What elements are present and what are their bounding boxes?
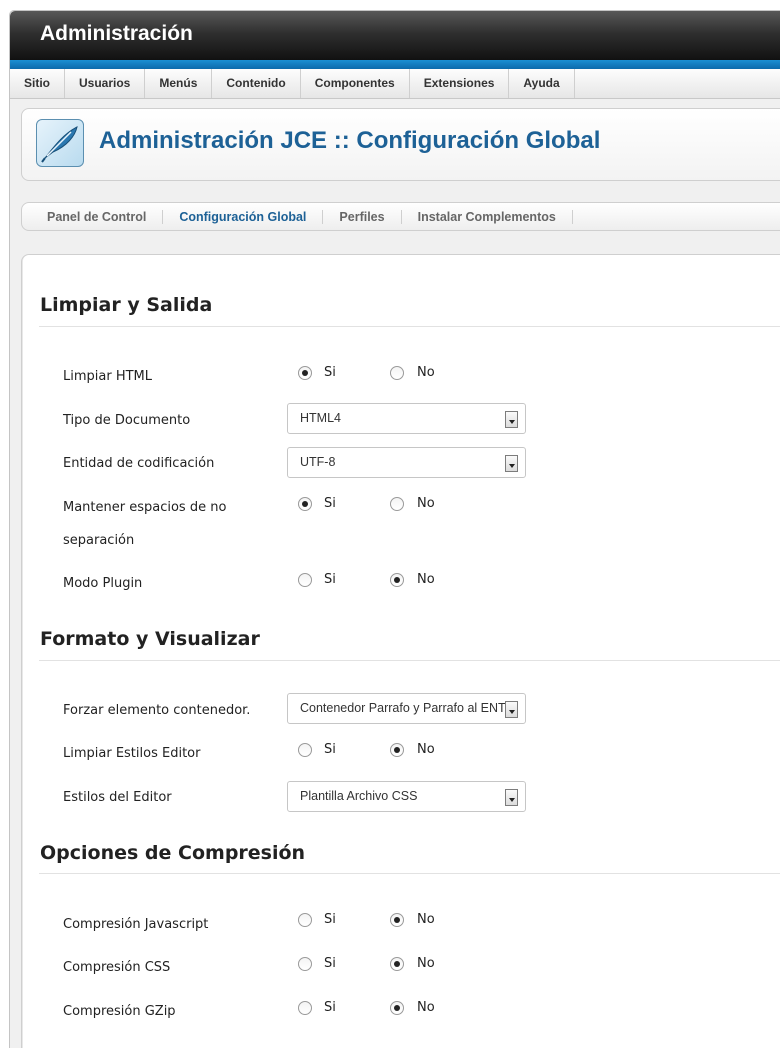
- label-estilos-editor: Estilos del Editor: [63, 790, 172, 805]
- tab-perfiles[interactable]: Perfiles: [323, 209, 402, 224]
- menu-item-contenido[interactable]: Contenido: [212, 69, 301, 98]
- select-tipo-documento[interactable]: HTML4: [287, 403, 526, 434]
- radio-label-si: Si: [324, 572, 336, 587]
- menu-item-menus[interactable]: Menús: [145, 69, 213, 98]
- chevron-down-icon[interactable]: [505, 701, 518, 718]
- select-forzar-contenedor[interactable]: Contenedor Parrafo y Parrafo al ENTER: [287, 693, 526, 724]
- radio-no[interactable]: [390, 913, 404, 927]
- radio-si[interactable]: [298, 957, 312, 971]
- select-value: Contenedor Parrafo y Parrafo al ENTER: [300, 701, 505, 715]
- label-limpiar-estilos: Limpiar Estilos Editor: [63, 746, 201, 761]
- select-value: UTF-8: [300, 455, 336, 469]
- page-title: Administración JCE :: Configuración Glob…: [99, 127, 601, 154]
- radio-no[interactable]: [390, 497, 404, 511]
- radio-label-si: Si: [324, 912, 336, 927]
- main-menu-bar: Sitio Usuarios Menús Contenido Component…: [10, 69, 780, 99]
- radio-si[interactable]: [298, 497, 312, 511]
- radio-label-no: No: [417, 956, 435, 971]
- tab-configuracion-global[interactable]: Configuración Global: [163, 209, 324, 224]
- radio-no[interactable]: [390, 743, 404, 757]
- radio-label-no: No: [417, 365, 435, 380]
- label-compresion-javascript: Compresión Javascript: [63, 917, 209, 932]
- label-tipo-documento: Tipo de Documento: [63, 413, 191, 428]
- menu-item-sitio[interactable]: Sitio: [10, 69, 65, 98]
- label-compresion-css: Compresión CSS: [63, 960, 171, 975]
- menu-item-ayuda[interactable]: Ayuda: [509, 69, 575, 98]
- radio-si[interactable]: [298, 1001, 312, 1015]
- radio-label-no: No: [417, 572, 435, 587]
- chevron-down-icon[interactable]: [505, 455, 518, 472]
- radio-label-si: Si: [324, 496, 336, 511]
- radio-label-si: Si: [324, 956, 336, 971]
- section-title-formato: Formato y Visualizar: [40, 628, 260, 650]
- label-forzar-contenedor: Forzar elemento contenedor.: [63, 703, 251, 718]
- radio-no[interactable]: [390, 573, 404, 587]
- radio-label-si: Si: [324, 1000, 336, 1015]
- select-value: Plantilla Archivo CSS: [300, 789, 418, 803]
- section-divider: [39, 873, 780, 874]
- tab-instalar-complementos[interactable]: Instalar Complementos: [402, 209, 573, 224]
- radio-no[interactable]: [390, 957, 404, 971]
- tab-panel-de-control[interactable]: Panel de Control: [31, 209, 164, 224]
- label-espacios-line2: separación: [63, 533, 135, 548]
- section-divider: [39, 660, 780, 661]
- radio-label-no: No: [417, 496, 435, 511]
- select-entidad-codificacion[interactable]: UTF-8: [287, 447, 526, 478]
- chevron-down-icon[interactable]: [505, 789, 518, 806]
- menu-item-extensiones[interactable]: Extensiones: [410, 69, 510, 98]
- section-divider: [39, 326, 780, 327]
- radio-label-no: No: [417, 742, 435, 757]
- select-value: HTML4: [300, 411, 341, 425]
- radio-no[interactable]: [390, 1001, 404, 1015]
- label-limpiar-html: Limpiar HTML: [63, 369, 153, 384]
- radio-no[interactable]: [390, 366, 404, 380]
- radio-label-si: Si: [324, 365, 336, 380]
- section-title-compresion: Opciones de Compresión: [40, 842, 306, 864]
- radio-label-no: No: [417, 912, 435, 927]
- settings-panel: Limpiar y Salida Limpiar HTML Si No Tipo…: [23, 255, 780, 1055]
- radio-label-si: Si: [324, 742, 336, 757]
- label-compresion-gzip: Compresión GZip: [63, 1004, 176, 1019]
- header-title: Administración: [40, 22, 193, 45]
- page-title-box: Administración JCE :: Configuración Glob…: [21, 108, 780, 181]
- admin-header: Administración: [10, 11, 780, 60]
- header-stripe: [10, 60, 780, 69]
- radio-si[interactable]: [298, 913, 312, 927]
- section-title-limpiar: Limpiar y Salida: [40, 294, 213, 316]
- select-estilos-editor[interactable]: Plantilla Archivo CSS: [287, 781, 526, 812]
- menu-item-componentes[interactable]: Componentes: [301, 69, 410, 98]
- radio-si[interactable]: [298, 573, 312, 587]
- label-modo-plugin: Modo Plugin: [63, 576, 143, 591]
- radio-si[interactable]: [298, 366, 312, 380]
- radio-label-no: No: [417, 1000, 435, 1015]
- radio-si[interactable]: [298, 743, 312, 757]
- jce-feather-logo-icon: [36, 119, 84, 167]
- config-tabs: Panel de Control Configuración Global Pe…: [21, 202, 780, 231]
- chevron-down-icon[interactable]: [505, 411, 518, 428]
- label-espacios-line1: Mantener espacios de no: [63, 500, 227, 515]
- label-entidad-codificacion: Entidad de codificación: [63, 456, 215, 471]
- menu-item-usuarios[interactable]: Usuarios: [65, 69, 146, 98]
